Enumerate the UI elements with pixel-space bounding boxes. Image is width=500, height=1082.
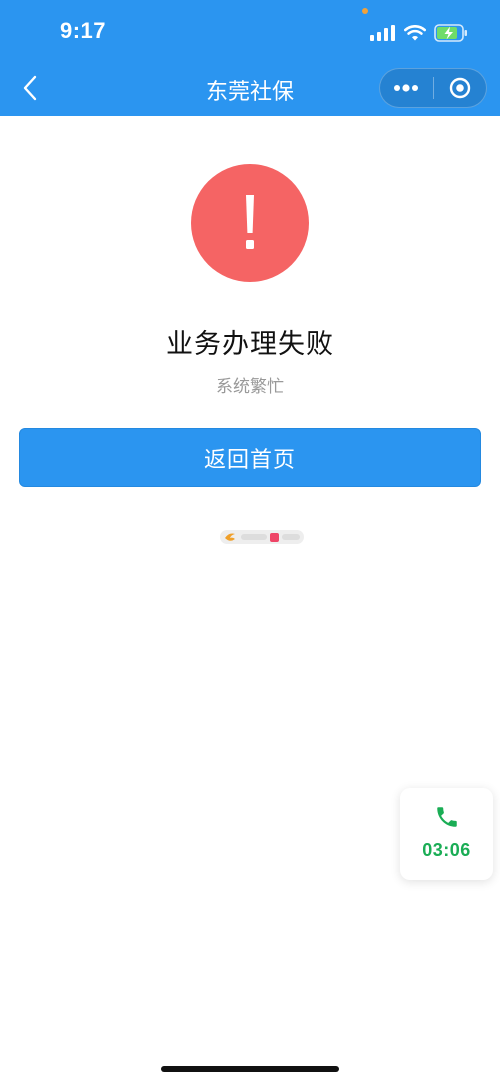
status-icons	[370, 23, 468, 43]
target-close-icon	[449, 77, 470, 99]
home-indicator	[161, 1066, 339, 1072]
return-home-button[interactable]: 返回首页	[19, 428, 481, 487]
top-bar: 9:17 东莞社保	[0, 0, 500, 116]
privacy-indicator-dot	[362, 8, 368, 14]
phone-icon	[436, 807, 457, 827]
badge-mark-icon	[270, 532, 279, 542]
provider-badge	[220, 530, 304, 544]
signal-icon	[370, 25, 395, 41]
call-floating-widget[interactable]: 03:06	[400, 788, 493, 880]
status-time: 9:17	[60, 18, 107, 43]
badge-text-placeholder	[282, 534, 300, 540]
mini-program-capsule	[379, 68, 487, 108]
more-button[interactable]	[380, 69, 433, 107]
wifi-icon	[404, 25, 426, 41]
chevron-left-icon	[23, 75, 37, 101]
result-subtitle: 系统繁忙	[216, 377, 284, 397]
close-mini-program-button[interactable]	[433, 69, 486, 107]
call-timer: 03:06	[422, 840, 471, 860]
back-button[interactable]	[12, 70, 48, 106]
error-status-icon	[191, 164, 309, 282]
badge-text-placeholder	[241, 534, 267, 540]
exclamation-icon	[246, 195, 254, 249]
more-dots-icon	[394, 84, 419, 92]
result-title: 业务办理失败	[166, 329, 334, 360]
battery-charging-icon	[434, 24, 467, 42]
provider-logo-icon	[225, 533, 235, 541]
